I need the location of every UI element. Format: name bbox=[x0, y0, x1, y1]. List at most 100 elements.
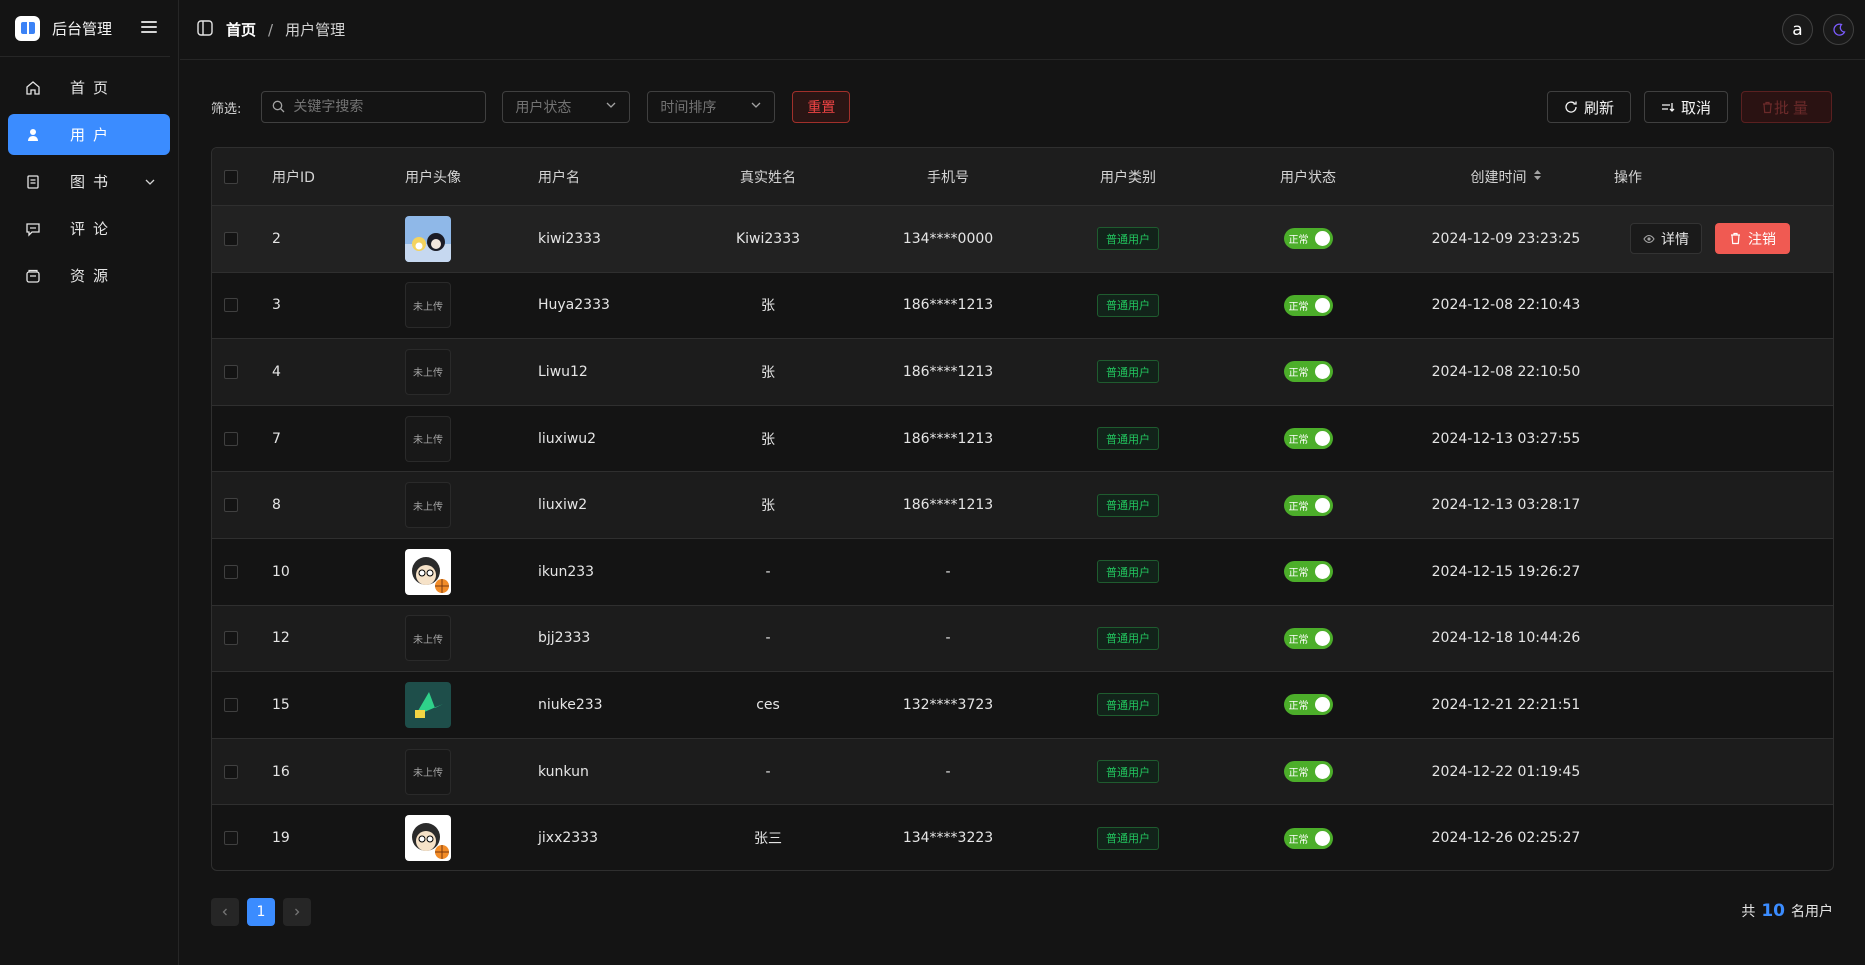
status-toggle[interactable]: 正常 bbox=[1283, 361, 1333, 383]
row-checkbox[interactable] bbox=[224, 631, 238, 646]
sidebar-item-books[interactable]: 图书 bbox=[8, 161, 170, 202]
sort-select[interactable]: 时间排序 bbox=[647, 91, 776, 123]
sidebar-item-home[interactable]: 首页 bbox=[8, 67, 170, 108]
phone: 134****3223 bbox=[902, 830, 994, 847]
created-time: 2024-12-08 22:10:50 bbox=[1431, 363, 1581, 380]
created-time: 2024-12-13 03:28:17 bbox=[1431, 497, 1581, 514]
column-header: 创建时间 bbox=[1470, 169, 1527, 186]
search-icon bbox=[272, 98, 285, 117]
avatar bbox=[405, 681, 451, 728]
row-checkbox[interactable] bbox=[224, 431, 238, 446]
username: jixx2333 bbox=[538, 830, 598, 847]
resource-icon bbox=[24, 267, 42, 285]
sidebar-item-resources[interactable]: 资源 bbox=[8, 255, 170, 296]
table-row[interactable]: 4 未上传 Liwu12 张 186****1213 普通用户 正常 2024-12-08 2… bbox=[212, 339, 1833, 406]
phone: - bbox=[945, 630, 951, 647]
status-toggle[interactable]: 正常 bbox=[1283, 228, 1333, 250]
status-toggle[interactable]: 正常 bbox=[1283, 561, 1333, 583]
avatar-placeholder: 未上传 bbox=[405, 748, 451, 795]
user-id: 8 bbox=[272, 497, 281, 514]
table-row[interactable]: 10 ikun233 - - 普通用户 正常 2024-12-15 19:26:27 bbox=[212, 539, 1833, 606]
row-checkbox[interactable] bbox=[224, 831, 238, 846]
next-page-button[interactable] bbox=[283, 898, 311, 926]
username: kiwi2333 bbox=[538, 230, 601, 247]
user-type-tag: 普通用户 bbox=[1097, 293, 1159, 317]
table-row[interactable]: 12 未上传 bjj2333 - - 普通用户 正常 2024-12-18 10:44:26 bbox=[212, 605, 1833, 673]
table-row[interactable]: 2 kiwi2333 Kiwi2333 134****0000 普通用户 正常 2024-1… bbox=[212, 206, 1833, 273]
prev-page-button[interactable] bbox=[211, 898, 239, 926]
breadcrumb-separator: / bbox=[268, 20, 274, 39]
status-toggle[interactable]: 正常 bbox=[1283, 494, 1333, 516]
status-toggle[interactable]: 正常 bbox=[1283, 428, 1333, 450]
total-prefix: 共 bbox=[1741, 904, 1756, 920]
table-row[interactable]: 7 未上传 liuxiwu2 张 186****1213 普通用户 正常 2024-12-13… bbox=[212, 406, 1833, 473]
row-checkbox[interactable] bbox=[224, 231, 238, 246]
page-button[interactable]: 1 bbox=[247, 898, 275, 926]
table-row[interactable]: 19 jixx2333 张三 134****3223 普通用户 正常 2024-12-26 … bbox=[212, 805, 1833, 870]
user-avatar-button[interactable]: a bbox=[1782, 14, 1813, 45]
sidebar-item-users[interactable]: 用户 bbox=[8, 114, 170, 155]
sidebar-item-comments[interactable]: 评论 bbox=[8, 208, 170, 249]
status-toggle[interactable]: 正常 bbox=[1283, 761, 1333, 783]
breadcrumb-home[interactable]: 首页 bbox=[226, 19, 256, 40]
row-checkbox[interactable] bbox=[224, 697, 238, 712]
cancel-selection-button[interactable]: 取消 bbox=[1643, 91, 1728, 123]
deactivate-button[interactable]: 注销 bbox=[1715, 223, 1790, 255]
row-checkbox[interactable] bbox=[224, 498, 238, 513]
refresh-button[interactable]: 刷新 bbox=[1546, 91, 1631, 123]
created-time: 2024-12-26 02:25:27 bbox=[1431, 830, 1581, 847]
phone: 134****0000 bbox=[902, 230, 994, 247]
row-checkbox[interactable] bbox=[224, 764, 238, 779]
avatar-placeholder: 未上传 bbox=[405, 282, 451, 329]
user-type-tag: 普通用户 bbox=[1097, 427, 1159, 451]
username: niuke233 bbox=[538, 696, 603, 713]
row-checkbox[interactable] bbox=[224, 564, 238, 579]
cancel-label: 取消 bbox=[1680, 98, 1711, 117]
status-toggle[interactable]: 正常 bbox=[1283, 627, 1333, 649]
reset-button[interactable]: 重置 bbox=[792, 91, 851, 123]
logo-icon bbox=[15, 15, 40, 41]
user-id: 7 bbox=[272, 430, 281, 447]
status-toggle[interactable]: 正常 bbox=[1283, 827, 1333, 849]
table-header: 用户ID 用户头像 用户名 真实姓名 手机号 用户类别 用户状态 创建时间 操作 bbox=[212, 148, 1833, 206]
row-checkbox[interactable] bbox=[224, 364, 238, 379]
user-type-tag: 普通用户 bbox=[1097, 626, 1159, 650]
detail-button[interactable]: 详情 bbox=[1630, 223, 1702, 255]
real-name: 张 bbox=[761, 364, 775, 381]
menu-toggle-icon[interactable] bbox=[140, 18, 158, 36]
detail-label: 详情 bbox=[1661, 231, 1689, 248]
search-box[interactable] bbox=[261, 91, 487, 123]
total-suffix: 名用户 bbox=[1791, 904, 1833, 920]
user-type-tag: 普通用户 bbox=[1097, 693, 1159, 717]
real-name: - bbox=[765, 763, 771, 780]
user-type-tag: 普通用户 bbox=[1097, 560, 1159, 584]
status-select[interactable]: 用户状态 bbox=[502, 91, 631, 123]
status-toggle[interactable]: 正常 bbox=[1283, 294, 1333, 316]
table-row[interactable]: 16 未上传 kunkun - - 普通用户 正常 2024-12-22 01:19:45 bbox=[212, 738, 1833, 806]
sidebar-item-label: 评论 bbox=[70, 220, 117, 238]
phone: 186****1213 bbox=[902, 497, 994, 514]
row-checkbox[interactable] bbox=[224, 298, 238, 313]
batch-delete-button[interactable]: 批量 bbox=[1741, 91, 1832, 123]
status-toggle[interactable]: 正常 bbox=[1283, 694, 1333, 716]
sidebar-collapse-icon[interactable] bbox=[196, 19, 214, 41]
table-row[interactable]: 8 未上传 liuxiw2 张 186****1213 普通用户 正常 2024-12-13 … bbox=[212, 472, 1833, 539]
avatar-placeholder: 未上传 bbox=[405, 482, 451, 529]
refresh-label: 刷新 bbox=[1583, 98, 1614, 117]
sidebar-item-label: 用户 bbox=[70, 126, 117, 144]
table-row[interactable]: 3 未上传 Huya2333 张 186****1213 普通用户 正常 2024-12-08… bbox=[212, 273, 1833, 340]
search-input[interactable] bbox=[293, 99, 474, 115]
comment-icon bbox=[24, 220, 42, 238]
trash-icon bbox=[1731, 233, 1740, 245]
phone: - bbox=[945, 563, 951, 580]
username: kunkun bbox=[538, 763, 589, 780]
select-all-checkbox[interactable] bbox=[224, 169, 238, 184]
created-sort-header[interactable]: 创建时间 bbox=[1418, 167, 1594, 187]
table-row[interactable]: 15 niuke233 ces 132****3723 普通用户 正常 2024-12-21… bbox=[212, 672, 1833, 739]
sidebar-item-label: 资源 bbox=[70, 267, 117, 285]
home-icon bbox=[24, 79, 42, 97]
avatar bbox=[405, 215, 451, 262]
moon-icon[interactable] bbox=[1823, 14, 1854, 45]
filter-label: 筛选: bbox=[211, 101, 242, 117]
username: liuxiwu2 bbox=[538, 430, 597, 447]
